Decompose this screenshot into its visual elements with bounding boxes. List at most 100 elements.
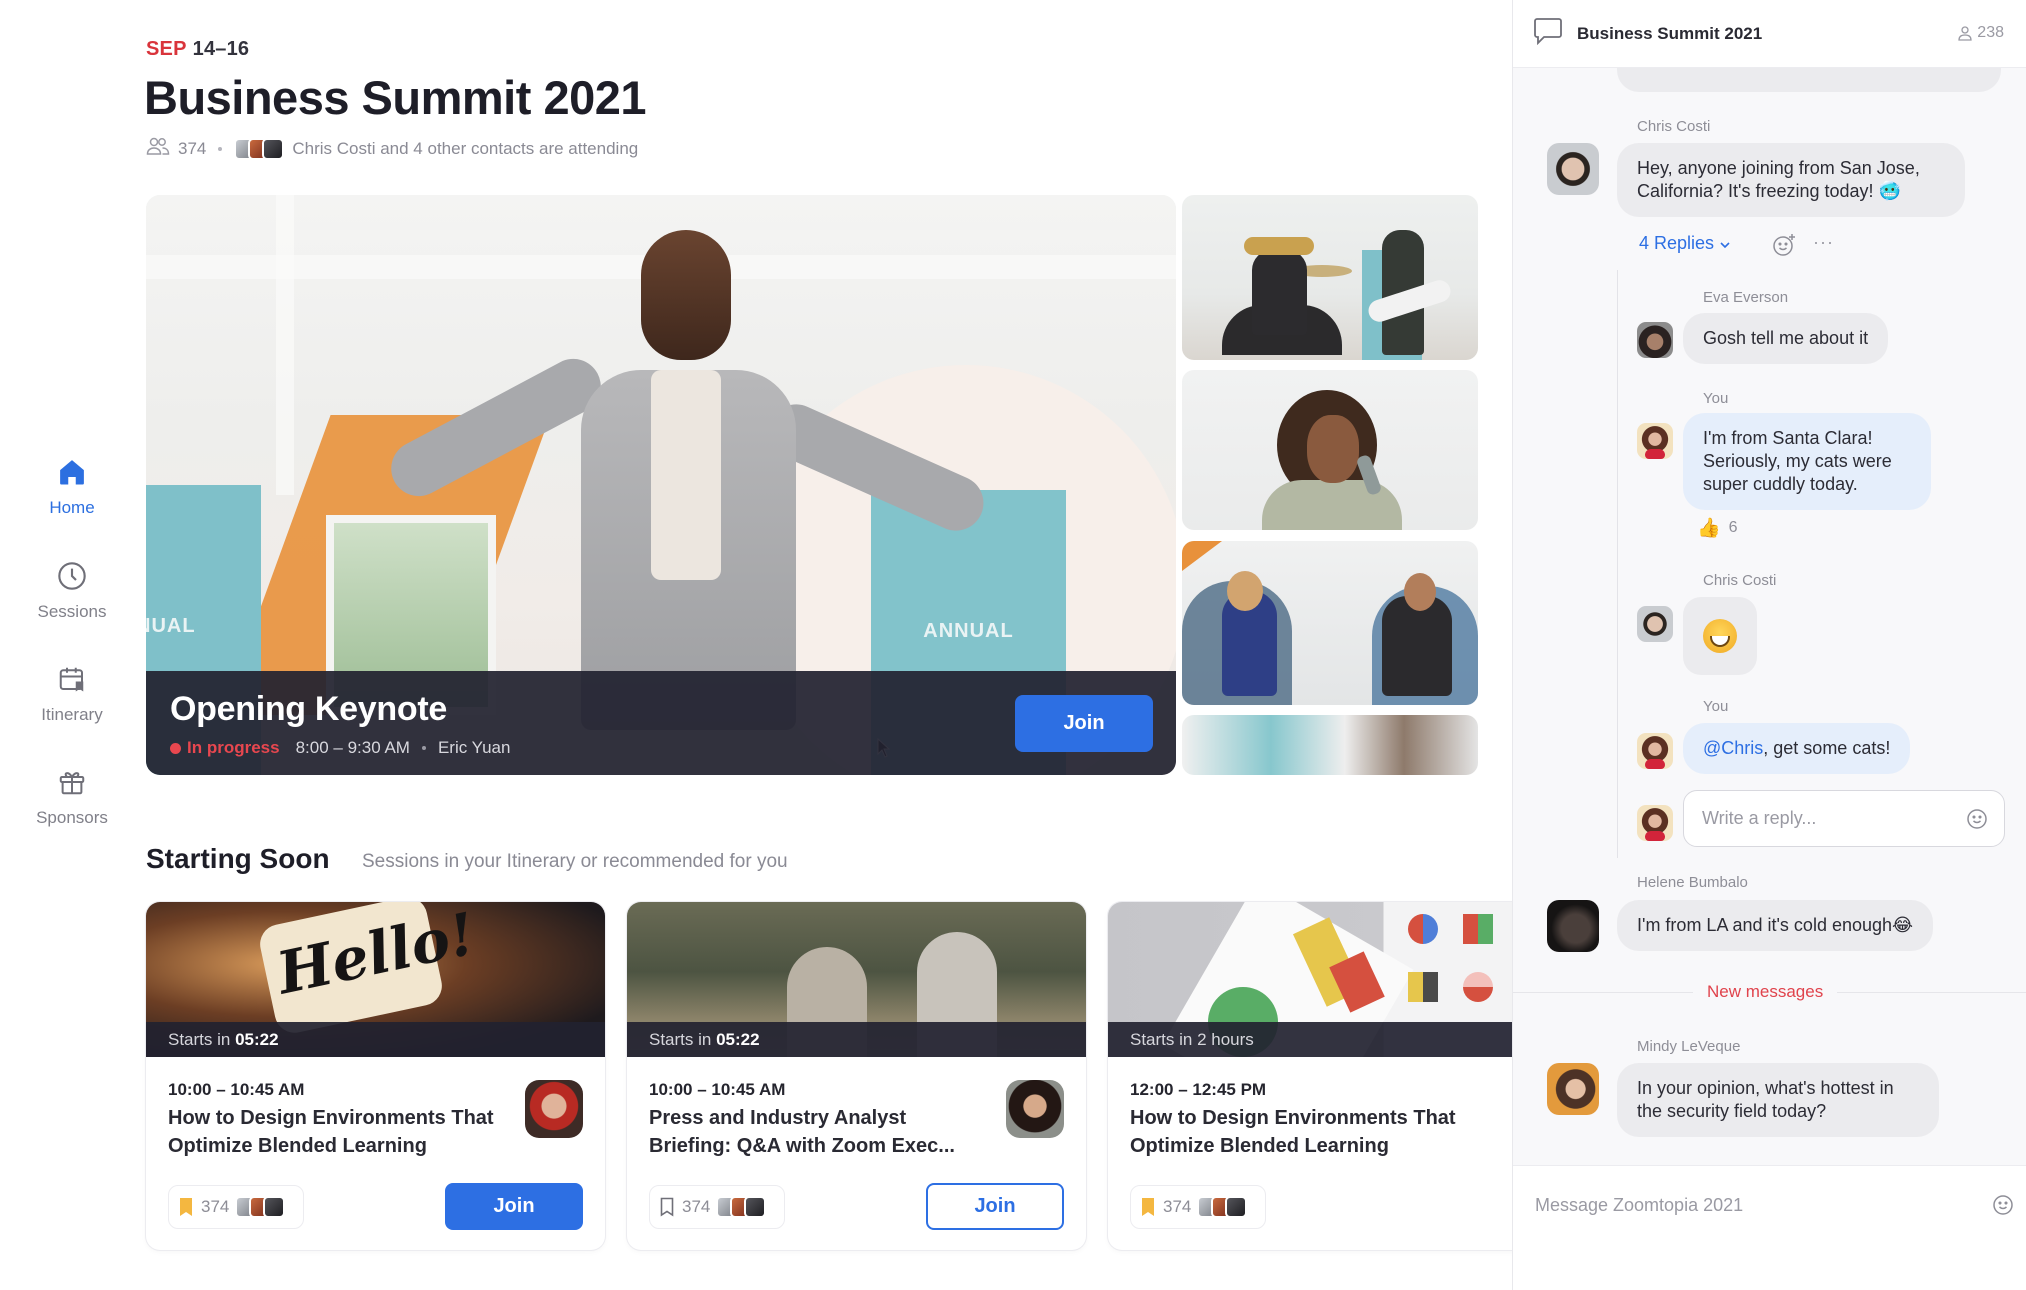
sidebar-nav: Home Sessions Itinerary Sponsors (22, 0, 122, 1290)
countdown-label: Starts in (168, 1030, 236, 1049)
page-title: Business Summit 2021 (144, 71, 647, 124)
message-bubble: I'm from Santa Clara! Seriously, my cats… (1683, 413, 1931, 510)
bookmark-filled-icon[interactable] (1141, 1197, 1155, 1217)
bookmark-filled-icon[interactable] (179, 1197, 193, 1217)
reply-input[interactable] (1702, 791, 1952, 846)
session-time: 10:00 – 10:45 AM (649, 1080, 786, 1099)
join-session-button[interactable]: Join (445, 1183, 583, 1230)
message-author: Mindy LeVeque (1637, 1038, 1741, 1055)
session-thumbnail[interactable] (1182, 541, 1478, 705)
message-author: Helene Bumbalo (1637, 874, 1748, 891)
replies-label: 4 Replies (1639, 233, 1715, 253)
section-subtitle: Sessions in your Itinerary or recommende… (362, 851, 788, 872)
session-stats: 374 (1130, 1185, 1267, 1229)
sidebar-item-itinerary[interactable]: Itinerary (22, 663, 122, 725)
session-card[interactable]: Hello! Starts in 05:22 10:00 – 10:45 AM … (146, 902, 605, 1250)
session-time: 12:00 – 12:45 PM (1130, 1080, 1267, 1099)
event-attendance: 374 Chris Costi and 4 other contacts are… (146, 137, 638, 160)
reply-input-box[interactable] (1683, 790, 2005, 847)
attendee-count: 374 (682, 1197, 711, 1216)
keynote-meta: In progress 8:00 – 9:30 AM Eric Yuan (170, 738, 510, 758)
more-options-icon[interactable]: ··· (1813, 232, 1834, 253)
attendee-count: 374 (178, 138, 207, 158)
chat-member-count[interactable]: 238 (1957, 24, 2004, 42)
banner-text: ANNUAL (923, 620, 1014, 642)
attendee-avatars (716, 1196, 767, 1218)
message-author: Chris Costi (1637, 118, 1711, 135)
keynote-info-bar: Opening Keynote In progress 8:00 – 9:30 … (146, 671, 1176, 775)
replies-toggle[interactable]: 4 Replies (1639, 233, 1730, 254)
chat-header: Business Summit 2021 238 (1513, 0, 2026, 68)
message-composer[interactable] (1513, 1165, 2026, 1290)
grinning-emoji-icon (1703, 619, 1737, 653)
message-author: Eva Everson (1703, 289, 1789, 306)
avatar[interactable] (1637, 606, 1673, 642)
session-title[interactable]: How to Design Environments That Optimize… (168, 1104, 498, 1160)
attendee-avatars (1197, 1196, 1248, 1218)
sidebar-item-sponsors[interactable]: Sponsors (22, 766, 122, 828)
message-text: , get some cats! (1763, 738, 1891, 758)
message-bubble (1683, 597, 1757, 675)
join-keynote-button[interactable]: Join (1015, 695, 1153, 752)
sidebar-item-home[interactable]: Home (22, 456, 122, 518)
session-title[interactable]: How to Design Environments That Optimize… (1130, 1104, 1460, 1160)
message-author: Chris Costi (1703, 572, 1777, 589)
avatar[interactable] (1637, 423, 1673, 459)
emoji-picker-icon[interactable] (1992, 1194, 2014, 1221)
countdown-value: 05:22 (716, 1030, 760, 1049)
banner-text: NUAL (146, 615, 196, 637)
attendee-avatars (235, 1196, 286, 1218)
avatar[interactable] (1637, 322, 1673, 358)
session-countdown: Starts in 2 hours (1108, 1022, 1567, 1057)
speaker-figure (381, 230, 993, 730)
session-card[interactable]: Starts in 05:22 10:00 – 10:45 AM Press a… (627, 902, 1086, 1250)
session-thumbnail[interactable] (1182, 195, 1478, 360)
event-month: SEP (146, 38, 187, 60)
reaction-like[interactable]: 👍 6 (1697, 516, 1738, 540)
calendar-bookmark-icon (56, 663, 88, 695)
live-indicator-icon (170, 742, 181, 754)
avatar[interactable] (1547, 900, 1599, 952)
sidebar-item-label: Itinerary (41, 705, 103, 724)
sidebar-item-sessions[interactable]: Sessions (22, 560, 122, 622)
session-thumbnail[interactable] (1182, 715, 1478, 775)
message-author: You (1703, 698, 1729, 715)
gift-icon (56, 766, 88, 798)
join-session-button[interactable]: Join (926, 1183, 1064, 1230)
chevron-down-icon (1720, 233, 1730, 254)
session-countdown: Starts in 05:22 (146, 1022, 605, 1057)
home-icon (56, 456, 88, 488)
reaction-count: 6 (1728, 519, 1738, 536)
session-card[interactable]: Starts in 2 hours 12:00 – 12:45 PM How t… (1108, 902, 1567, 1250)
bookmark-outline-icon[interactable] (660, 1197, 674, 1217)
event-days: 14–16 (192, 38, 250, 60)
avatar[interactable] (1547, 143, 1599, 195)
session-thumbnail[interactable] (1182, 370, 1478, 530)
attendee-count: 374 (201, 1197, 230, 1216)
emoji-picker-icon[interactable] (1966, 808, 1988, 835)
session-thumbnails (1182, 195, 1478, 775)
section-title: Starting Soon (146, 843, 330, 874)
sidebar-item-label: Sponsors (36, 808, 108, 827)
clock-icon (56, 560, 88, 592)
attendee-avatars[interactable] (234, 137, 285, 160)
message-bubble: Gosh tell me about it (1683, 313, 1889, 364)
session-title[interactable]: Press and Industry Analyst Briefing: Q&A… (649, 1104, 979, 1160)
session-stats: 374 (168, 1185, 305, 1229)
avatar[interactable] (1637, 733, 1673, 769)
thread-divider (1617, 270, 1618, 858)
avatar[interactable] (1547, 1063, 1599, 1115)
separator-dot (218, 146, 223, 151)
speaker-avatar (525, 1080, 583, 1138)
keynote-hero[interactable]: NUAL ANNUAL Opening Keynote In progress … (146, 195, 1176, 775)
countdown-label: Starts in (649, 1030, 717, 1049)
keynote-title: Opening Keynote (170, 690, 447, 728)
attending-text: Chris Costi and 4 other contacts are att… (292, 138, 639, 158)
chat-title: Business Summit 2021 (1577, 23, 1763, 43)
keynote-status: In progress (187, 738, 280, 757)
session-countdown: Starts in 05:22 (627, 1022, 1086, 1057)
message-author: You (1703, 390, 1729, 407)
mention-link[interactable]: @Chris (1703, 738, 1763, 758)
message-input[interactable] (1535, 1190, 1955, 1220)
add-reaction-icon[interactable] (1771, 232, 1797, 263)
